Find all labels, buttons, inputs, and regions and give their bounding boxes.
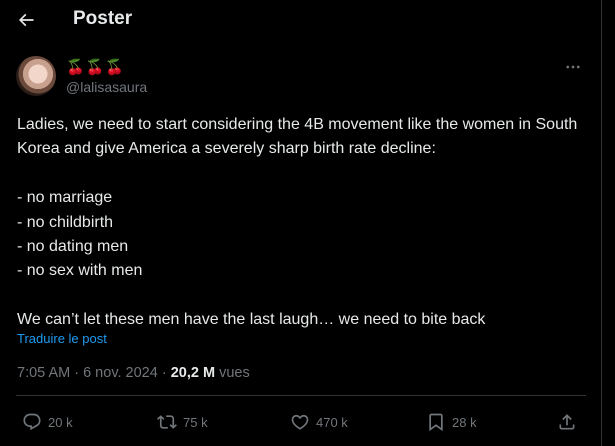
- reply-icon: [23, 413, 41, 431]
- reply-button[interactable]: 20 k: [22, 412, 73, 432]
- repost-button[interactable]: 75 k: [157, 412, 208, 432]
- repost-count: 75 k: [183, 414, 208, 430]
- translate-link[interactable]: Traduire le post: [17, 331, 107, 346]
- page-title: Poster: [73, 8, 133, 29]
- post-meta: 7:05 AM · 6 nov. 2024 · 20,2 M vues: [17, 365, 250, 381]
- repost-icon: [157, 415, 177, 429]
- more-button[interactable]: [562, 58, 584, 76]
- meta-separator: ·: [74, 365, 84, 381]
- back-button[interactable]: [10, 4, 42, 36]
- post-date[interactable]: 6 nov. 2024: [83, 365, 158, 381]
- header: Poster: [0, 0, 602, 38]
- bookmark-icon: [429, 413, 443, 432]
- back-arrow-icon: [18, 13, 34, 27]
- avatar[interactable]: [16, 56, 56, 96]
- like-count: 470 k: [316, 414, 348, 430]
- post-detail-panel: Poster 🍒🍒🍒 @lalisasaura Ladies, we need …: [0, 0, 602, 446]
- bookmark-button[interactable]: 28 k: [426, 412, 477, 432]
- share-button[interactable]: [557, 412, 577, 432]
- divider: [16, 395, 586, 396]
- tweet-text: Ladies, we need to start considering the…: [17, 116, 578, 329]
- like-button[interactable]: 470 k: [290, 412, 348, 432]
- meta-separator: ·: [161, 365, 171, 381]
- action-bar: 20 k 75 k 470 k 28 k: [0, 404, 602, 442]
- post-time[interactable]: 7:05 AM: [17, 365, 70, 381]
- like-icon: [291, 414, 309, 430]
- share-icon: [559, 414, 575, 430]
- more-icon: [566, 65, 580, 69]
- views-label: vues: [219, 365, 250, 381]
- scrollbar-track[interactable]: [603, 0, 615, 446]
- reply-count: 20 k: [48, 414, 73, 430]
- author-handle[interactable]: @lalisasaura: [66, 79, 147, 95]
- author-name[interactable]: 🍒🍒🍒: [66, 58, 125, 76]
- bookmark-count: 28 k: [452, 414, 477, 430]
- views-count: 20,2 M: [170, 365, 216, 381]
